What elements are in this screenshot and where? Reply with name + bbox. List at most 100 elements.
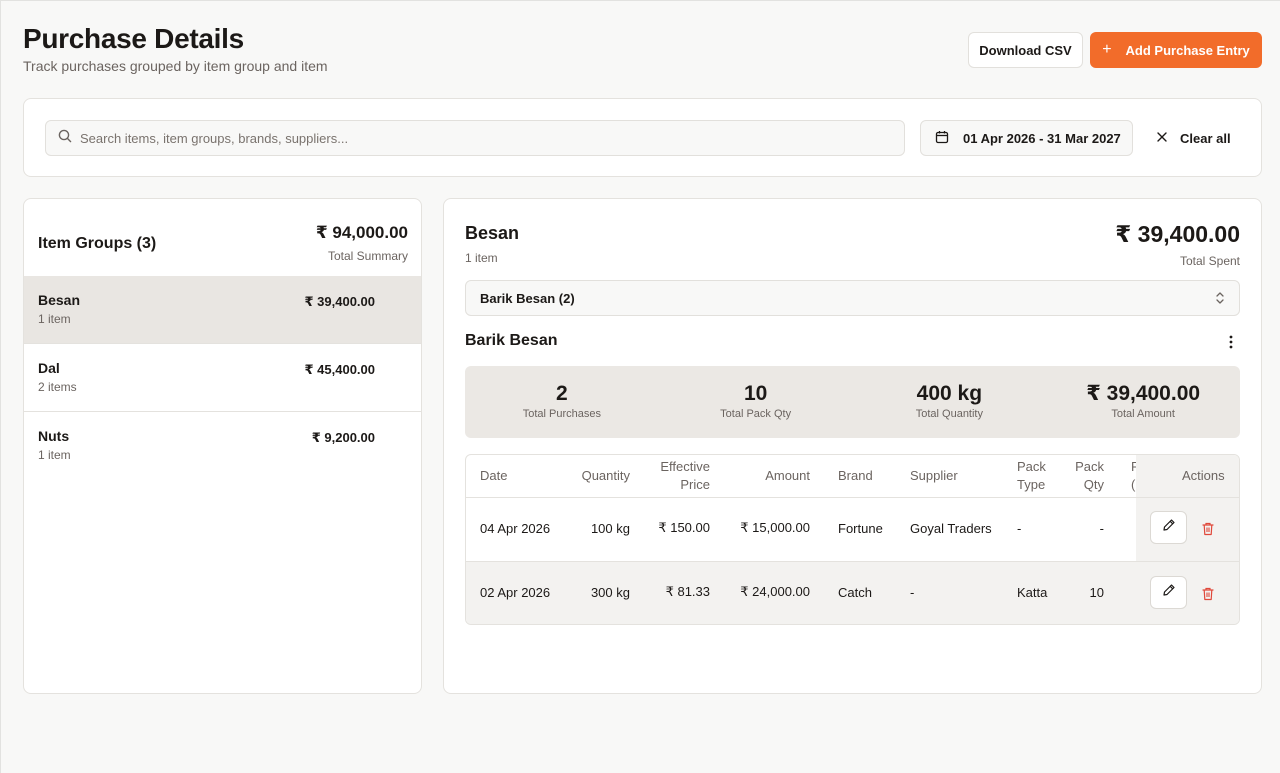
- item-group-count: 2 items: [38, 380, 77, 394]
- item-group-amount: ₹ 39,400.00: [304, 294, 376, 309]
- trash-icon: [1202, 522, 1214, 540]
- item-select[interactable]: Barik Besan (2): [465, 280, 1240, 316]
- stat-value: ₹ 39,400.00: [1086, 382, 1201, 405]
- item-group-count: 1 item: [38, 312, 71, 326]
- stat-total-pack-qty: 10 Total Pack Qty: [659, 366, 853, 438]
- cell-amount: ₹ 15,000.00: [740, 520, 810, 535]
- date-range-label: 01 Apr 2026 - 31 Mar 2027: [963, 130, 1121, 146]
- calendar-icon: [935, 130, 949, 147]
- more-options-icon[interactable]: [1229, 335, 1233, 354]
- cell-amount: ₹ 24,000.00: [740, 584, 810, 599]
- col-header-amount: Amount: [765, 468, 810, 483]
- detail-item-count: 1 item: [465, 251, 498, 265]
- stat-value: 400 kg: [916, 382, 983, 405]
- cell-brand: Fortune: [838, 521, 883, 536]
- col-header-pack-qty: Pack Qty: [1064, 458, 1104, 494]
- item-group-list: Besan 1 item ₹ 39,400.00 Dal 2 items ₹ 4…: [24, 276, 421, 480]
- col-header-pack-type-line1: Pack: [1017, 459, 1046, 474]
- cell-supplier: -: [910, 585, 915, 600]
- clear-all-button[interactable]: Clear all: [1156, 120, 1231, 156]
- cell-supplier: Goyal Traders: [910, 521, 992, 536]
- date-range-picker[interactable]: 01 Apr 2026 - 31 Mar 2027: [920, 120, 1133, 156]
- stat-total-amount: ₹ 39,400.00 Total Amount: [1046, 366, 1240, 438]
- total-spent-amount: ₹ 39,400.00: [1115, 221, 1240, 247]
- stat-label: Total Amount: [1111, 408, 1175, 420]
- cell-pack-qty: 10: [1089, 585, 1104, 600]
- clear-all-label: Clear all: [1180, 130, 1231, 146]
- search-input[interactable]: [80, 130, 904, 146]
- item-groups-title: Item Groups (3): [38, 235, 157, 252]
- cell-quantity: 300 kg: [590, 585, 630, 600]
- search-icon: [58, 129, 72, 148]
- total-summary-amount: ₹ 94,000.00: [315, 223, 408, 242]
- pencil-icon: [1162, 518, 1176, 537]
- stat-label: Total Purchases: [522, 408, 601, 420]
- cell-brand: Catch: [838, 585, 872, 600]
- item-group-name: Nuts: [38, 428, 70, 444]
- col-header-supplier: Supplier: [910, 468, 958, 483]
- group-detail-panel: Besan 1 item ₹ 39,400.00 Total Spent Bar…: [443, 198, 1262, 694]
- col-header-pack-type: Pack Type: [1017, 458, 1046, 494]
- item-groups-panel: Item Groups (3) ₹ 94,000.00 Total Summar…: [23, 198, 422, 694]
- stat-total-purchases: 2 Total Purchases: [465, 366, 659, 438]
- add-purchase-entry-label: Add Purchase Entry: [1125, 42, 1250, 58]
- cell-pack-type: -: [1017, 521, 1022, 536]
- chevron-up-down-icon: [1215, 291, 1225, 308]
- detail-group-name: Besan: [465, 223, 520, 243]
- cell-effective-price: ₹ 81.33: [665, 584, 710, 599]
- col-header-effective-price-line2: Price: [680, 477, 710, 492]
- item-stats: 2 Total Purchases 10 Total Pack Qty 400 …: [465, 366, 1240, 438]
- item-group-nuts[interactable]: Nuts 1 item ₹ 9,200.00: [24, 412, 421, 480]
- item-group-amount: ₹ 9,200.00: [311, 430, 375, 445]
- cell-pack-type: Katta: [1017, 585, 1048, 600]
- col-header-truncated: F (: [1131, 458, 1136, 494]
- col-header-truncated-line1: F: [1131, 458, 1136, 476]
- item-title: Barik Besan: [465, 332, 558, 349]
- purchase-table: Date Quantity Effective Price Amount Bra…: [465, 454, 1240, 625]
- item-select-value: Barik Besan (2): [480, 290, 575, 306]
- item-group-count: 1 item: [38, 448, 71, 462]
- col-header-pack-qty-line1: Pack: [1075, 459, 1104, 474]
- download-csv-button[interactable]: Download CSV: [968, 32, 1083, 68]
- plus-icon: +: [1102, 41, 1112, 58]
- col-header-quantity: Quantity: [581, 468, 630, 483]
- cell-pack-qty: -: [1099, 521, 1104, 536]
- cell-quantity: 100 kg: [590, 521, 630, 536]
- stat-value: 2: [556, 382, 568, 405]
- item-group-amount: ₹ 45,400.00: [304, 362, 376, 377]
- edit-button[interactable]: [1150, 511, 1187, 544]
- delete-button[interactable]: [1202, 522, 1214, 541]
- total-summary-label: Total Summary: [327, 249, 408, 263]
- total-spent-label: Total Spent: [1179, 254, 1240, 268]
- col-header-effective-price-line1: Effective: [660, 459, 710, 474]
- delete-button[interactable]: [1202, 587, 1214, 606]
- stat-total-quantity: 400 kg Total Quantity: [853, 366, 1047, 438]
- close-icon: [1156, 131, 1168, 146]
- col-header-actions: Actions: [1182, 468, 1225, 483]
- pencil-icon: [1162, 583, 1176, 602]
- page-title: Purchase Details: [23, 23, 244, 54]
- cell-date: 02 Apr 2026: [480, 585, 551, 600]
- edit-button[interactable]: [1150, 576, 1187, 609]
- page-header: Purchase Details Track purchases grouped…: [23, 23, 328, 74]
- item-group-dal[interactable]: Dal 2 items ₹ 45,400.00: [24, 344, 421, 412]
- col-header-effective-price: Effective Price: [636, 458, 710, 494]
- trash-icon: [1202, 587, 1214, 605]
- item-group-besan[interactable]: Besan 1 item ₹ 39,400.00: [24, 276, 421, 344]
- item-groups-header: Item Groups (3) ₹ 94,000.00 Total Summar…: [38, 223, 408, 275]
- search-box[interactable]: [45, 120, 905, 156]
- stat-label: Total Pack Qty: [720, 408, 792, 420]
- col-header-pack-qty-line2: Qty: [1083, 477, 1104, 492]
- col-header-pack-type-line2: Type: [1017, 477, 1046, 492]
- table-row: 04 Apr 2026 100 kg ₹ 150.00 ₹ 15,000.00 …: [466, 497, 1239, 561]
- total-summary: ₹ 94,000.00 Total Summary: [316, 223, 408, 263]
- item-group-name: Dal: [38, 360, 60, 376]
- stat-label: Total Quantity: [915, 408, 983, 420]
- cell-effective-price: ₹ 150.00: [658, 520, 710, 535]
- filter-bar: 01 Apr 2026 - 31 Mar 2027 Clear all: [23, 98, 1262, 177]
- add-purchase-entry-button[interactable]: + Add Purchase Entry: [1090, 32, 1262, 68]
- page-subtitle: Track purchases grouped by item group an…: [23, 58, 328, 74]
- col-header-brand: Brand: [838, 468, 873, 483]
- stat-value: 10: [743, 382, 768, 405]
- total-spent: ₹ 39,400.00 Total Spent: [1115, 221, 1240, 268]
